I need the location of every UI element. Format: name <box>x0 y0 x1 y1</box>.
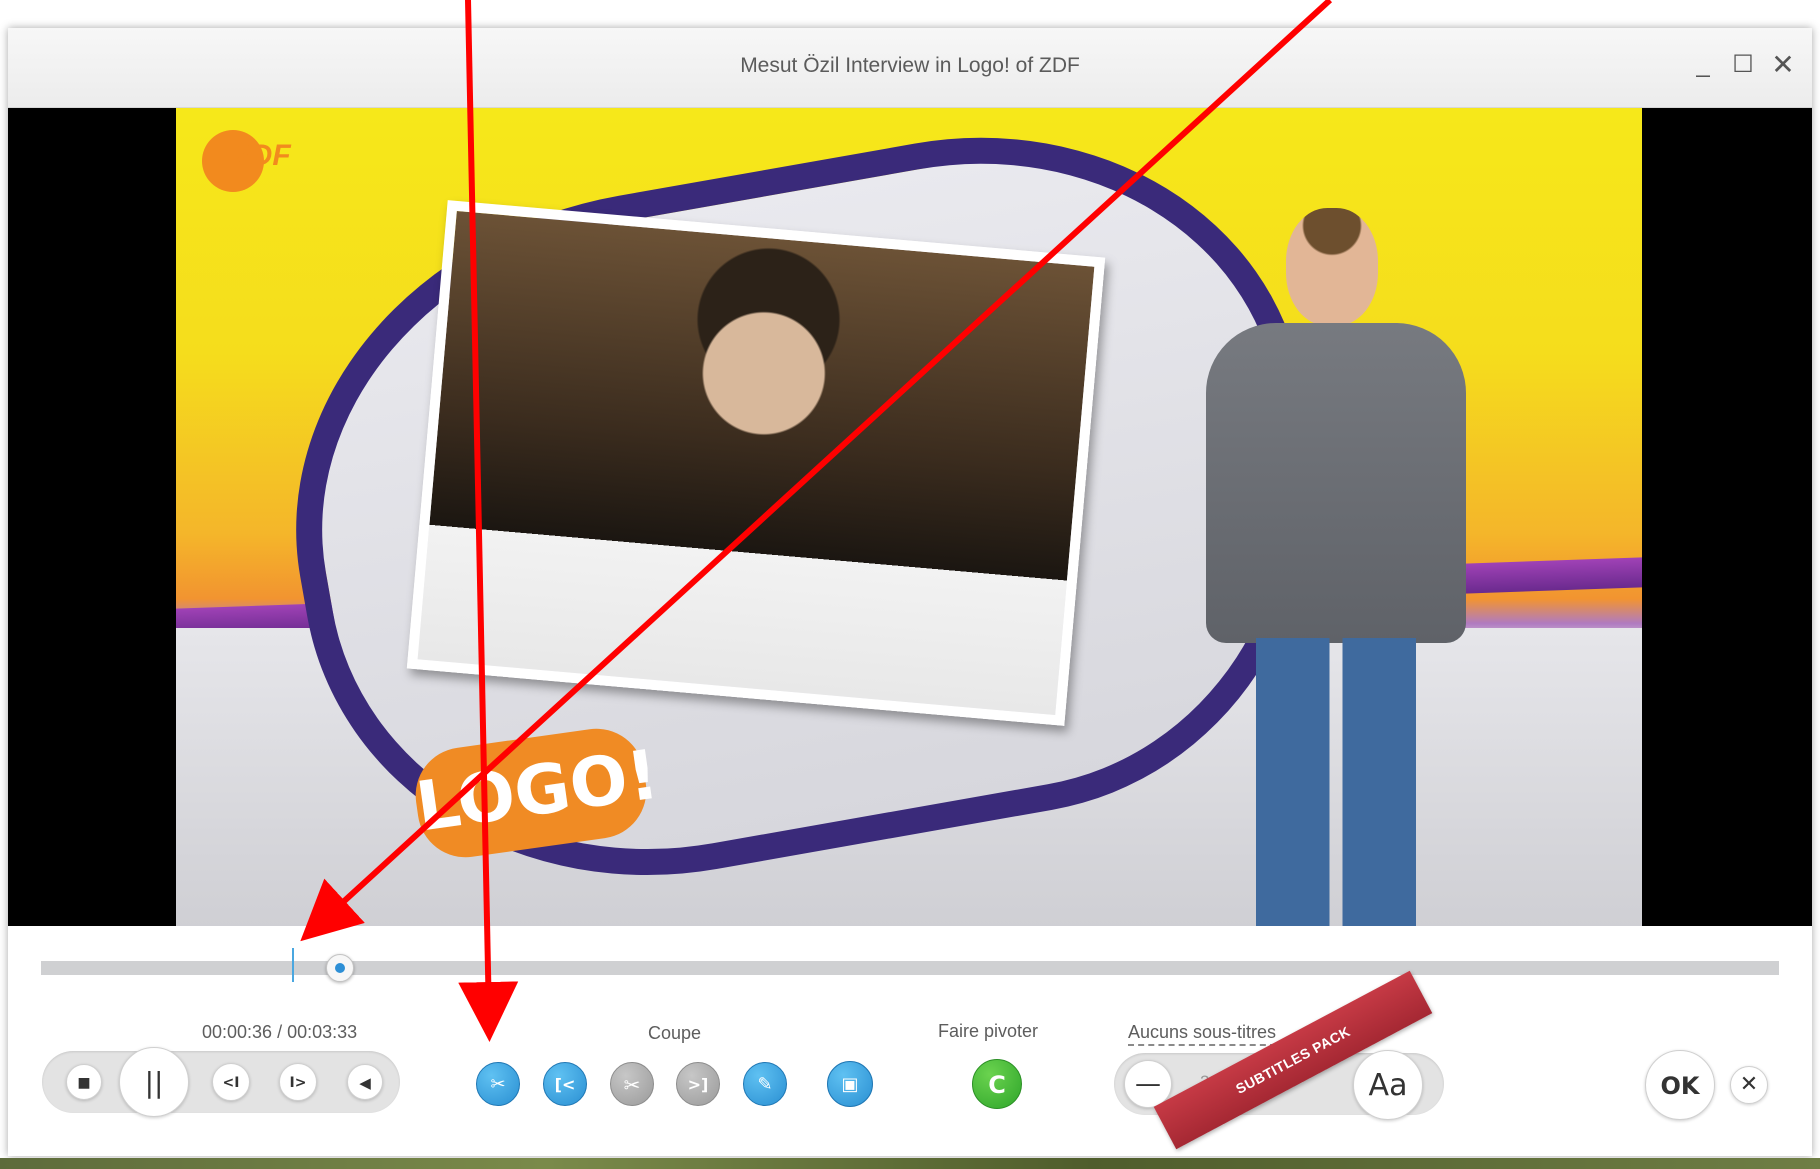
cut-end-button[interactable]: >] <box>676 1062 720 1106</box>
seek-bar[interactable] <box>41 961 1779 975</box>
cut-label: Coupe <box>648 1023 702 1043</box>
stop-button[interactable]: ■ <box>66 1064 102 1100</box>
close-window-button[interactable]: ✕ <box>1768 50 1798 80</box>
presenter-head <box>1286 208 1378 326</box>
video-frame: 2DF LOGO! <box>176 108 1642 926</box>
controls-panel: 00:00:36 / 00:03:33 Coupe Faire pivoter … <box>8 926 1812 1156</box>
pause-button[interactable]: || <box>119 1047 189 1117</box>
seek-marker <box>292 948 294 982</box>
cut-start-button[interactable]: [< <box>543 1062 587 1106</box>
presenter-legs <box>1256 638 1416 926</box>
video-editor-window: Mesut Özil Interview in Logo! of ZDF _ ☐… <box>8 28 1812 1156</box>
cut-edit-button[interactable]: ✎ <box>743 1062 787 1106</box>
minimize-button[interactable]: _ <box>1688 50 1718 80</box>
scissors-button[interactable]: ✂ <box>610 1062 654 1106</box>
desktop-background-strip <box>0 1158 1820 1169</box>
next-frame-button[interactable]: I> <box>279 1063 317 1101</box>
cancel-button[interactable]: ✕ <box>1730 1066 1768 1104</box>
subtitles-dropdown[interactable]: Aucuns sous-titres <box>1128 1022 1277 1046</box>
zdf-logo-text: 2DF <box>234 139 291 172</box>
title-bar: Mesut Özil Interview in Logo! of ZDF _ ☐… <box>8 28 1812 108</box>
interview-photo <box>406 200 1106 726</box>
rotate-label: Faire pivoter <box>938 1021 1039 1041</box>
seek-thumb[interactable] <box>326 954 354 982</box>
rotate-button[interactable]: C <box>972 1059 1022 1109</box>
cut-select-button[interactable]: ✂ <box>476 1062 520 1106</box>
video-preview[interactable]: 2DF LOGO! <box>8 108 1812 926</box>
prev-frame-button[interactable]: <I <box>212 1063 250 1101</box>
window-title: Mesut Özil Interview in Logo! of ZDF <box>740 54 1080 77</box>
maximize-button[interactable]: ☐ <box>1728 50 1758 80</box>
time-display: 00:00:36 / 00:03:33 <box>202 1022 358 1042</box>
presenter-body <box>1206 323 1466 643</box>
ok-button[interactable]: OK <box>1645 1050 1715 1120</box>
film-icon-button[interactable]: ▣ <box>827 1061 873 1107</box>
subtitle-font-button[interactable]: Aa <box>1353 1050 1423 1120</box>
volume-button[interactable]: ◀ <box>347 1064 383 1100</box>
